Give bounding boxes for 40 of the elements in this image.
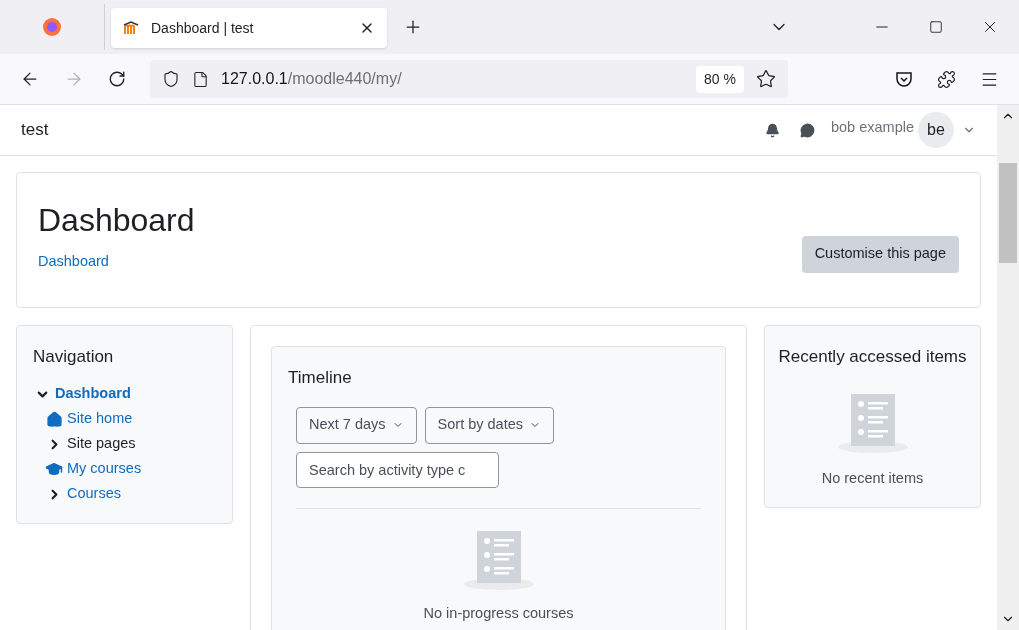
tab-title: Dashboard | test (151, 18, 255, 38)
breadcrumb-link[interactable]: Dashboard (38, 251, 802, 273)
scrollbar[interactable] (997, 105, 1019, 630)
zoom-level[interactable]: 80 % (696, 65, 744, 93)
message-icon[interactable] (799, 122, 815, 138)
extensions-icon[interactable] (937, 69, 956, 89)
filter-dropdown[interactable]: Next 7 days (296, 406, 417, 444)
block-title: Navigation (33, 346, 115, 368)
browser-tab[interactable]: Dashboard | test (111, 8, 387, 48)
browser-logo-icon[interactable] (42, 17, 62, 37)
url-text: 127.0.0.1/moodle440/my/ (221, 69, 403, 89)
navigation-link[interactable]: Dashboard (55, 383, 131, 405)
empty-message: No in-progress courses (423, 603, 574, 623)
customise-page-button[interactable]: Customise this page (801, 235, 959, 273)
navigation-link[interactable]: Courses (67, 483, 121, 505)
address-bar[interactable]: 127.0.0.1/moodle440/my/ 80 % (150, 60, 788, 98)
search-field[interactable]: Search by activity type c (296, 451, 499, 488)
graduation-cap-icon (45, 460, 63, 478)
shield-icon[interactable] (162, 70, 180, 88)
filter-dropdown[interactable]: Sort by dates (424, 406, 554, 444)
block-title: Recently accessed items (778, 346, 967, 368)
navigation-link[interactable]: Site home (67, 408, 133, 430)
user-name[interactable]: bob example (830, 117, 914, 139)
pocket-icon[interactable] (895, 70, 913, 88)
page-icon (192, 70, 209, 88)
list-document-icon (836, 391, 909, 454)
page-title: Dashboard (38, 201, 196, 239)
site-name[interactable]: test (21, 117, 765, 143)
maximize-icon[interactable] (929, 20, 943, 34)
scrollbar-thumb[interactable] (999, 162, 1017, 263)
star-icon[interactable] (756, 69, 776, 89)
user-avatar[interactable]: be (918, 112, 954, 148)
notification-bell-icon[interactable] (764, 122, 780, 138)
list-document-icon (462, 528, 535, 591)
navigation-link[interactable]: Site pages (67, 433, 136, 455)
house-icon (45, 410, 63, 428)
empty-message: No recent items (821, 468, 924, 488)
block-title: Timeline (288, 367, 353, 389)
navigation-link[interactable]: My courses (67, 458, 142, 480)
reload-icon[interactable] (108, 70, 126, 88)
